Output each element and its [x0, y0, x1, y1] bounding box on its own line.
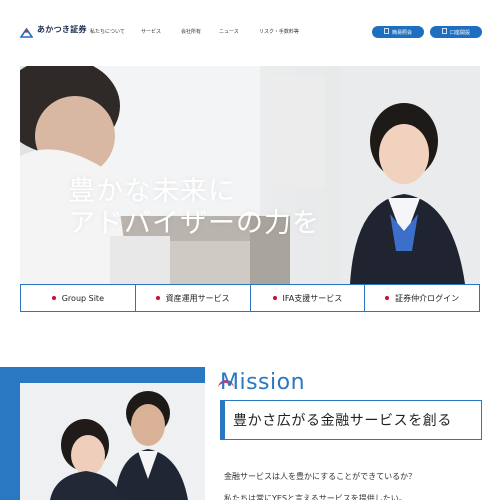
site-header: あかつき証券 私たちについて サービス 会社所有 ニュース リスク・手数料等 簡…	[0, 0, 500, 64]
document-icon	[442, 28, 447, 36]
nav-item-company[interactable]: 会社所有	[181, 28, 201, 35]
bullet-icon	[155, 296, 160, 300]
document-icon	[384, 28, 389, 36]
logo-mark-icon	[19, 24, 34, 38]
mission-tagline: 豊かさ広がる金融サービスを創る	[220, 400, 482, 440]
link-group-site[interactable]: Group Site	[21, 285, 136, 311]
hero-headline-line2: アドバイザーの力を	[68, 208, 320, 239]
mission-photo	[20, 383, 205, 500]
inquiry-button[interactable]: 簡易照会	[372, 26, 424, 38]
link-asset-management[interactable]: 資産運用サービス	[136, 285, 251, 311]
quick-links-bar: Group Site 資産運用サービス IFA支援サービス 証券仲介ログイン	[20, 284, 480, 312]
hero-headline: 豊かな未来に アドバイザーの力を	[68, 176, 320, 240]
link-asset-management-label: 資産運用サービス	[165, 293, 230, 303]
mission-body-line1: 金融サービスは人を豊かにすることができているか？	[224, 472, 417, 481]
link-broker-login-label: 証券仲介ログイン	[395, 293, 460, 303]
open-account-button-label: 口座開設	[449, 29, 470, 36]
brand-name: あかつき証券	[37, 25, 87, 34]
hero-photo	[20, 66, 480, 284]
open-account-button[interactable]: 口座開設	[430, 26, 482, 38]
nav-item-about[interactable]: 私たちについて	[90, 28, 125, 35]
mission-title: Mission	[220, 370, 306, 395]
nav-item-services[interactable]: サービス	[141, 28, 161, 35]
logo[interactable]: あかつき証券	[19, 24, 87, 38]
link-ifa-support[interactable]: IFA支援サービス	[251, 285, 366, 311]
mission-body: 金融サービスは人を豊かにすることができているか？ 私たちは常にYESと言えるサー…	[224, 466, 416, 500]
mission-body-line2: 私たちは常にYESと言えるサービスを提供したい。	[224, 494, 407, 500]
hero-banner: 豊かな未来に アドバイザーの力を	[20, 66, 480, 284]
mission-photo-art	[20, 383, 205, 500]
inquiry-button-label: 簡易照会	[391, 29, 412, 36]
link-group-site-label: Group Site	[61, 293, 104, 303]
bullet-icon	[385, 296, 390, 300]
nav-item-risk-fees[interactable]: リスク・手数料等	[259, 28, 299, 35]
nav-item-news[interactable]: ニュース	[219, 28, 239, 35]
link-ifa-support-label: IFA支援サービス	[282, 293, 343, 303]
hero-headline-line1: 豊かな未来に	[68, 176, 236, 207]
bullet-icon	[272, 296, 277, 300]
bullet-icon	[51, 296, 56, 300]
link-broker-login[interactable]: 証券仲介ログイン	[365, 285, 479, 311]
